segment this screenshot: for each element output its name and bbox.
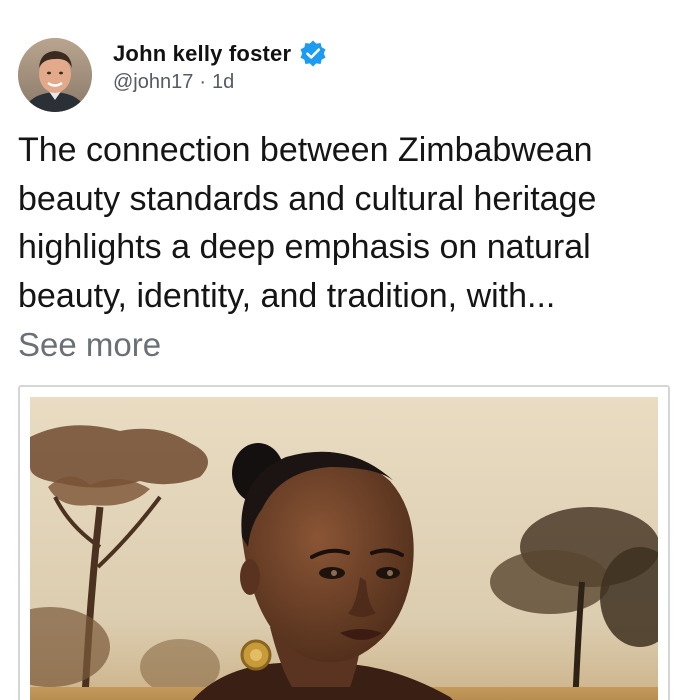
woman-savanna-photo (30, 397, 658, 700)
post-media[interactable] (18, 385, 670, 700)
author-handle[interactable]: @john17 (113, 71, 193, 94)
author-display-name[interactable]: John kelly foster (113, 41, 291, 67)
author-name-row: John kelly foster (113, 38, 328, 70)
avatar-photo (18, 38, 92, 112)
post-card: John kelly foster @john17 · 1d The conne… (0, 0, 700, 700)
meta-separator: · (199, 71, 207, 93)
author-avatar[interactable] (18, 38, 92, 112)
verified-badge-icon (298, 39, 328, 69)
post-text: The connection between Zimbabwean beauty… (18, 131, 597, 315)
post-meta: @john17 · 1d (113, 71, 234, 94)
post-image (30, 397, 658, 700)
see-more-link[interactable]: See more (18, 326, 161, 364)
post-timestamp[interactable]: 1d (212, 71, 234, 94)
